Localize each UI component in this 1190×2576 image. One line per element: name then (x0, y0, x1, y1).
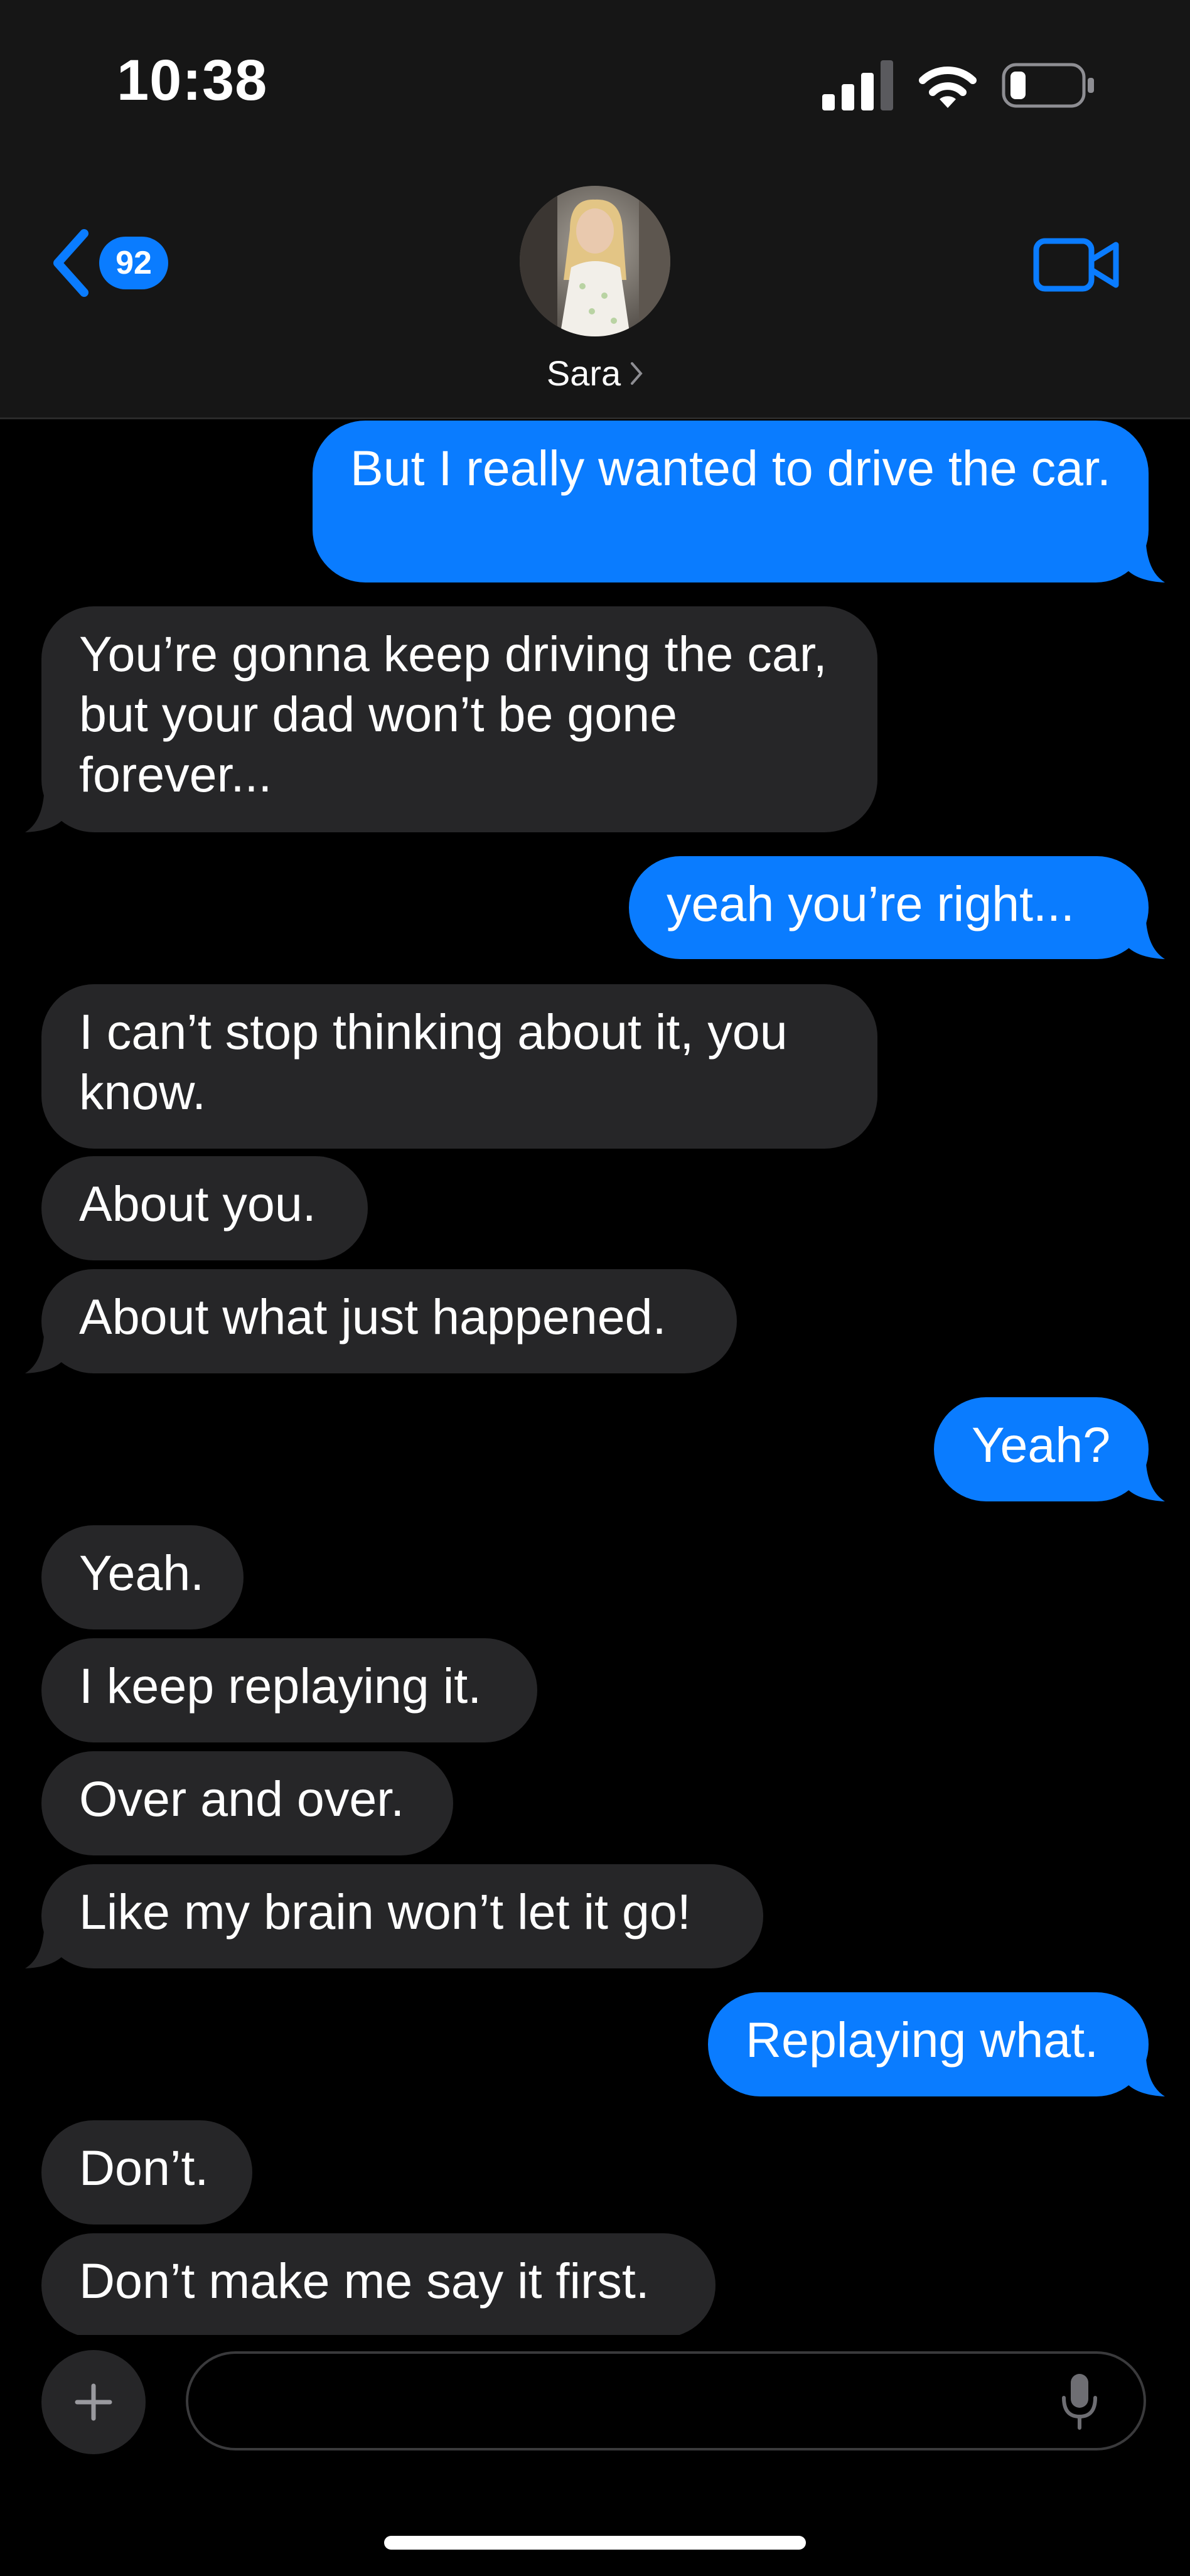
message-text: Over and over. (79, 1771, 405, 1827)
message-input-field[interactable] (186, 2351, 1146, 2450)
message-text: I keep replaying it. (79, 1658, 482, 1714)
message-bubble-incoming[interactable]: Don’t. (41, 2120, 252, 2224)
message-bubble-incoming[interactable]: Don’t make me say it first. (41, 2233, 716, 2335)
cellular-signal-icon (822, 60, 893, 110)
message-text: yeah you’re right... (667, 876, 1075, 931)
avatar[interactable] (520, 186, 670, 336)
wifi-icon (919, 67, 977, 108)
message-text: You’re gonna keep driving the car, but y… (79, 626, 827, 802)
conversation-header: 10:38 92 Sara (0, 0, 1190, 419)
message-text: Yeah. (79, 1545, 205, 1601)
message-bubble-outgoing[interactable]: Yeah? (934, 1397, 1165, 1501)
message-bubble-incoming[interactable]: Yeah. (41, 1525, 244, 1629)
message-text: Yeah? (972, 1417, 1111, 1473)
message-text: Don’t make me say it first. (79, 2253, 650, 2309)
contact-header-button[interactable]: Sara (0, 186, 1190, 394)
message-thread[interactable]: But I really wanted to drive the car. Yo… (0, 419, 1190, 2335)
microphone-icon[interactable] (1061, 2373, 1098, 2430)
message-bubble-incoming[interactable]: About you. (41, 1156, 368, 1260)
plus-icon (75, 2383, 112, 2421)
message-bubble-incoming[interactable]: Like my brain won’t let it go! (25, 1864, 763, 1968)
battery-icon (1002, 63, 1094, 108)
message-bubble-incoming[interactable]: You’re gonna keep driving the car, but y… (25, 606, 877, 832)
message-text: Replaying what. (746, 2012, 1099, 2068)
message-input[interactable] (213, 2354, 1044, 2449)
home-indicator[interactable] (384, 2536, 806, 2550)
message-bubble-outgoing[interactable]: But I really wanted to drive the car. (313, 421, 1165, 582)
add-attachment-button[interactable] (41, 2350, 146, 2454)
message-text: About you. (79, 1176, 316, 1232)
status-time: 10:38 (117, 48, 268, 112)
contact-name: Sara (546, 353, 621, 393)
message-bubble-incoming[interactable]: About what just happened. (25, 1269, 737, 1373)
message-text: Don’t. (79, 2140, 209, 2196)
status-icons (822, 60, 1096, 110)
message-bubble-outgoing[interactable]: Replaying what. (708, 1992, 1165, 2096)
contact-name-row[interactable]: Sara (547, 353, 643, 394)
chevron-right-icon (631, 362, 643, 385)
message-text: But I really wanted to drive the car. (350, 440, 1111, 496)
message-text: About what just happened. (79, 1289, 667, 1344)
message-text: I can’t stop thinking about it, you know… (79, 1004, 788, 1120)
video-camera-icon[interactable] (1033, 233, 1121, 296)
message-text: Like my brain won’t let it go! (79, 1884, 691, 1940)
message-bubble-incoming[interactable]: Over and over. (41, 1751, 453, 1855)
message-bubble-incoming[interactable]: I keep replaying it. (41, 1638, 537, 1742)
message-bubble-incoming[interactable]: I can’t stop thinking about it, you know… (41, 984, 877, 1149)
message-bubble-outgoing[interactable]: yeah you’re right... (629, 856, 1165, 959)
